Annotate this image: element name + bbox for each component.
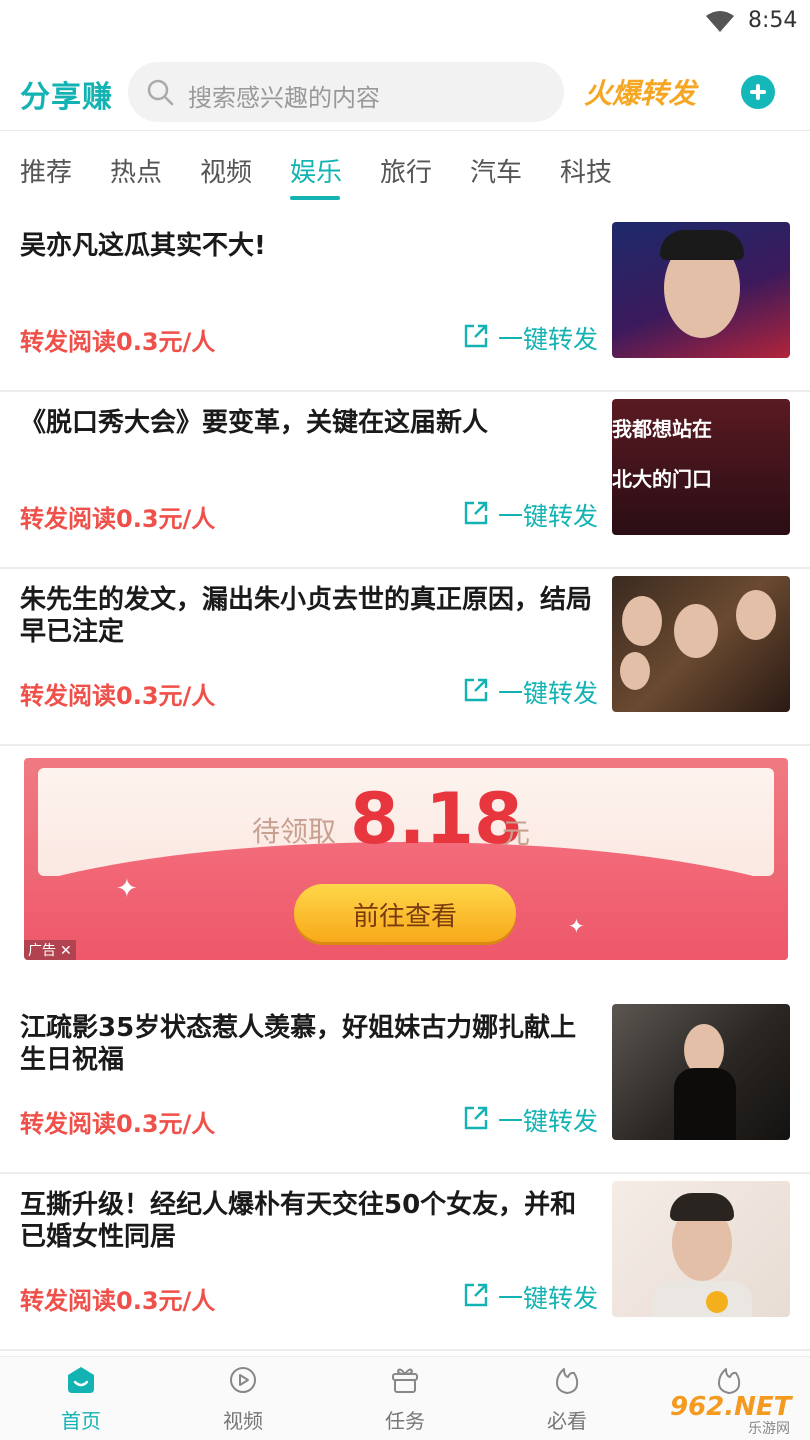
tab-travel[interactable]: 旅行 [380,152,432,189]
status-time: 8:54 [748,8,798,33]
share-icon [464,678,488,702]
status-bar: 8:54 [0,0,810,48]
news-reward: 转发阅读0.3元/人 [20,505,216,533]
nav-label: 必看 [547,1409,587,1433]
top-header: 分享赚 搜索感兴趣的内容 火爆转发 [0,58,810,126]
nav-must-see[interactable]: 必看 [486,1357,648,1440]
news-item[interactable]: 朱先生的发文，漏出朱小贞去世的真正原因，结局早已注定 转发阅读0.3元/人 一键… [0,568,810,746]
share-icon [464,324,488,348]
ad-cta-label: 前往查看 [352,902,457,932]
category-tabs: 推荐 热点 视频 娱乐 旅行 汽车 科技 [0,140,810,204]
watermark-subtitle: 乐游网 [748,1421,790,1437]
header-divider [0,130,810,131]
tab-tech[interactable]: 科技 [560,152,612,189]
tab-entertainment[interactable]: 娱乐 [290,152,342,189]
ad-amount: 8.18 [350,778,523,860]
nav-label: 视频 [223,1409,263,1433]
tab-recommend[interactable]: 推荐 [20,152,72,189]
share-label: 一键转发 [498,1284,599,1313]
news-thumbnail[interactable]: 我都想站在 北大的门口 [612,399,790,535]
share-label: 一键转发 [498,679,599,708]
close-icon[interactable]: ✕ [60,943,72,959]
news-reward: 转发阅读0.3元/人 [20,328,216,356]
nav-video[interactable]: 视频 [162,1357,324,1440]
hot-icon [718,1368,741,1394]
nav-label: 首页 [61,1409,101,1433]
search-icon [147,79,174,106]
news-title[interactable]: 《脱口秀大会》要变革，关键在这届新人 [20,407,594,439]
ad-banner[interactable]: 待领取 8.18 元 ✦ ✦ 前往查看 广告 ✕ [24,758,788,960]
share-label: 一键转发 [498,1107,599,1136]
nav-home[interactable]: 首页 [0,1357,162,1440]
share-icon [464,1283,488,1307]
wifi-icon [706,11,734,32]
ad-tag[interactable]: 广告 ✕ [24,940,76,960]
news-reward: 转发阅读0.3元/人 [20,1110,216,1138]
tab-auto[interactable]: 汽车 [470,152,522,189]
hot-share-button[interactable]: 火爆转发 [584,72,696,112]
fire-icon [556,1368,579,1394]
ad-pending-label: 待领取 [252,815,337,848]
news-item[interactable]: 江疏影35岁状态惹人羡慕，好姐妹古力娜扎献上生日祝福 转发阅读0.3元/人 一键… [0,996,810,1174]
nav-tasks[interactable]: 任务 [324,1357,486,1440]
app-logo: 分享赚 [20,80,113,115]
news-item[interactable]: 互撕升级！经纪人爆朴有天交往50个女友，并和已婚女性同居 转发阅读0.3元/人 … [0,1173,810,1351]
play-icon [230,1367,256,1393]
tab-video[interactable]: 视频 [200,152,252,189]
news-title[interactable]: 吴亦凡这瓜其实不大! [20,230,594,262]
share-icon [464,1106,488,1130]
share-icon [464,501,488,525]
ad-tag-label: 广告 [28,943,56,959]
sparkle-icon: ✦ [568,914,585,938]
share-label: 一键转发 [498,325,599,354]
news-reward: 转发阅读0.3元/人 [20,682,216,710]
gift-icon [392,1368,418,1393]
news-thumbnail[interactable] [612,1004,790,1140]
add-icon[interactable] [741,75,775,109]
news-title[interactable]: 互撕升级！经纪人爆朴有天交往50个女友，并和已婚女性同居 [20,1189,594,1253]
tab-indicator [290,196,340,200]
news-title[interactable]: 江疏影35岁状态惹人羡慕，好姐妹古力娜扎献上生日祝福 [20,1012,594,1076]
news-title[interactable]: 朱先生的发文，漏出朱小贞去世的真正原因，结局早已注定 [20,584,594,648]
news-item[interactable]: 吴亦凡这瓜其实不大! 转发阅读0.3元/人 一键转发 [0,214,810,392]
share-label: 一键转发 [498,502,599,531]
news-reward: 转发阅读0.3元/人 [20,1287,216,1315]
tab-hot[interactable]: 热点 [110,152,162,189]
sparkle-icon: ✦ [116,874,138,904]
search-placeholder: 搜索感兴趣的内容 [188,84,380,112]
news-thumbnail[interactable] [612,576,790,712]
news-item[interactable]: 《脱口秀大会》要变革，关键在这届新人 转发阅读0.3元/人 一键转发 我都想站在… [0,391,810,569]
thumb-caption: 我都想站在 [612,417,712,441]
ad-cta-button[interactable]: 前往查看 [294,884,516,942]
home-icon [68,1367,94,1393]
thumb-caption: 北大的门口 [612,467,712,491]
news-thumbnail[interactable] [612,222,790,358]
search-input[interactable]: 搜索感兴趣的内容 [128,62,564,122]
nav-label: 任务 [385,1409,425,1433]
news-thumbnail[interactable] [612,1181,790,1317]
ad-unit: 元 [502,817,531,850]
